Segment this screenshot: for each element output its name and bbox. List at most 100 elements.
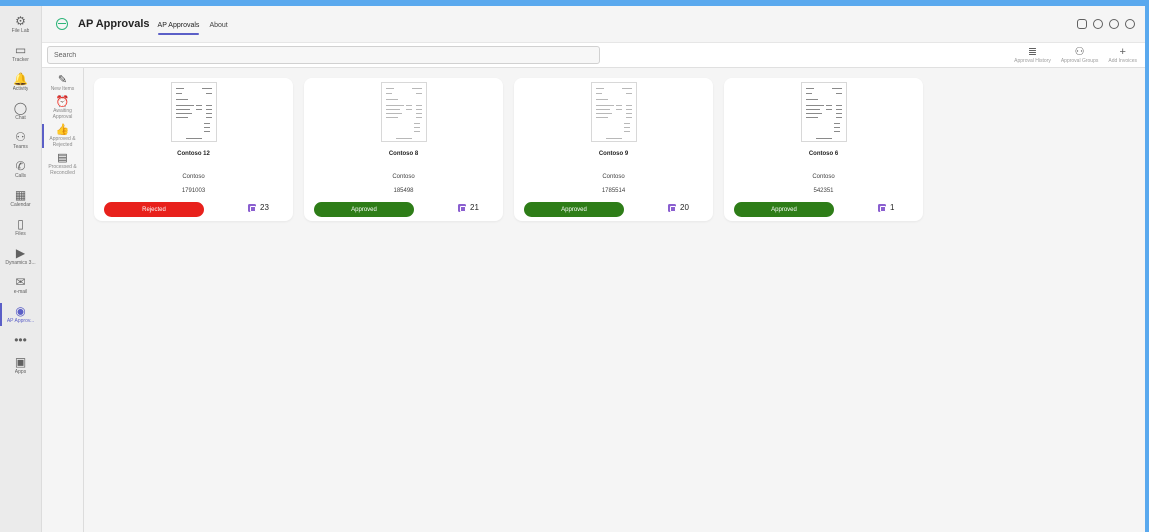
comment-icon <box>878 203 886 212</box>
approval-history-button[interactable]: ≣ Approval History <box>1014 46 1051 64</box>
info-icon[interactable] <box>1109 19 1119 29</box>
comment-count: 1 <box>878 203 894 212</box>
nav-item-approved-rejected[interactable]: 👍 Approved & Rejected <box>41 122 84 150</box>
document-icon: ▤ <box>57 152 68 164</box>
rail-item-files[interactable]: ▯ Files <box>0 213 42 242</box>
vendor-name: Contoso <box>182 174 205 180</box>
invoice-name: Contoso 6 <box>808 151 839 157</box>
rail-item-more[interactable]: ••• <box>0 329 42 351</box>
invoice-number: 185498 <box>393 188 414 194</box>
status-badge: Approved <box>524 202 624 217</box>
list-icon: ≣ <box>1027 46 1038 58</box>
invoice-cards: Contoso 12 Contoso 1791003 Rejected 23 Contos… <box>84 68 1145 532</box>
header-actions <box>1077 19 1145 29</box>
rail-item-calls[interactable]: ✆ Calls <box>0 155 42 184</box>
approval-groups-button[interactable]: ⚇ Approval Groups <box>1061 46 1099 64</box>
rail-item-calendar[interactable]: ▦ Calendar <box>0 184 42 213</box>
app-rail: ⚙ File Lab ▭ Tracker 🔔 Activity ◯ Chat ⚇ Teams ✆ Ca… <box>0 6 42 532</box>
rail-item-label: Calendar <box>10 201 31 208</box>
comment-icon <box>248 203 256 212</box>
invoice-card[interactable]: Contoso 12 Contoso 1791003 Rejected 23 <box>94 78 293 221</box>
tracker-icon: ▭ <box>14 42 27 57</box>
ap-approvals-app: AP Approvals AP Approvals About ≣Approva… <box>41 6 1145 532</box>
nav-item-processed-reconciled[interactable]: ▤ Processed & Reconciled <box>42 150 84 178</box>
invoice-card[interactable]: Contoso 6 Contoso 542351 Approved 1 <box>724 78 923 221</box>
rail-item-label: Teams <box>13 143 28 150</box>
app-body: ✎ New Items ⏰ Awaiting Approval 👍 Approved & … <box>41 68 1145 532</box>
comment-icon <box>668 203 676 212</box>
thumbs-up-icon: 👍 <box>55 124 70 136</box>
rail-item-label: Dynamics 3... <box>5 259 36 266</box>
invoice-thumbnail <box>591 82 637 142</box>
invoice-thumbnail <box>171 82 217 142</box>
nav-item-awaiting-approval[interactable]: ⏰ Awaiting Approval <box>42 94 84 122</box>
invoice-name: Contoso 9 <box>598 151 629 157</box>
comment-count-value: 23 <box>260 203 269 212</box>
rail-item-ap-approv[interactable]: ◉ AP Approv... <box>0 300 42 329</box>
rail-item-label: Activity <box>12 85 29 92</box>
apps-icon: ▣ <box>14 354 27 369</box>
rail-item-apps[interactable]: ▣ Apps <box>0 351 42 380</box>
vendor-name: Contoso <box>812 174 835 180</box>
rail-item-tracker[interactable]: ▭ Tracker <box>0 39 42 68</box>
status-nav: ✎ New Items ⏰ Awaiting Approval 👍 Approved & … <box>41 68 84 532</box>
rail-item-chat[interactable]: ◯ Chat <box>0 97 42 126</box>
rail-item-label: File Lab <box>11 27 30 34</box>
invoice-number: 1791003 <box>181 188 206 194</box>
invoice-thumbnail <box>801 82 847 142</box>
comment-count-value: 21 <box>470 203 479 212</box>
tab-ap-approvals[interactable]: AP Approvals <box>157 14 199 35</box>
comment-icon <box>458 203 466 212</box>
rail-item-label: Chat <box>15 114 26 121</box>
command-bar: ≣Approval History ⚇Approval Groups +Add In… <box>42 42 1145 68</box>
app-title: AP Approvals <box>78 18 150 30</box>
add-invoices-button[interactable]: + Add Invoices <box>1108 46 1137 64</box>
rail-item-label: Apps <box>14 368 27 375</box>
comment-count: 21 <box>458 203 479 212</box>
rail-item-e-mail[interactable]: ✉ e-mail <box>0 271 42 300</box>
teams-window: ⚙ File Lab ▭ Tracker 🔔 Activity ◯ Chat ⚇ Teams ✆ Ca… <box>0 6 1145 532</box>
invoice-card[interactable]: Contoso 8 Contoso 185498 Approved 21 <box>304 78 503 221</box>
refresh-icon[interactable] <box>1093 19 1103 29</box>
nav-item-new-items[interactable]: ✎ New Items <box>42 72 84 94</box>
comment-count-value: 1 <box>890 203 895 212</box>
popout-icon[interactable] <box>1077 19 1087 29</box>
rail-item-activity[interactable]: 🔔 Activity <box>0 68 42 97</box>
command-label: Approval History <box>1014 58 1051 64</box>
rail-item-label: Tracker <box>12 56 29 63</box>
status-badge: Rejected <box>104 202 204 217</box>
command-buttons: ≣ Approval History ⚇ Approval Groups + Add In… <box>1014 46 1145 64</box>
calendar-icon: ▦ <box>14 187 27 202</box>
globe-icon[interactable] <box>1125 19 1135 29</box>
comment-count: 20 <box>668 203 689 212</box>
invoice-name: Contoso 8 <box>388 151 419 157</box>
nav-item-label: Approved & Rejected <box>49 136 76 148</box>
new-items-icon: ✎ <box>57 74 68 86</box>
more-icon: ••• <box>14 332 27 347</box>
rail-item-label: e-mail <box>13 288 28 295</box>
alarm-icon: ⏰ <box>55 96 70 108</box>
plus-icon: + <box>1119 46 1126 58</box>
rail-item-label: Calls <box>14 172 27 179</box>
rail-item-teams[interactable]: ⚇ Teams <box>0 126 42 155</box>
invoice-thumbnail <box>381 82 427 142</box>
command-label: Approval Groups <box>1060 58 1099 64</box>
rail-item-dynamics-3[interactable]: ▶ Dynamics 3... <box>0 242 42 271</box>
rail-item-label: Files <box>15 230 26 237</box>
nav-item-label: Processed & Reconciled <box>48 164 77 176</box>
email-icon: ✉ <box>15 274 26 289</box>
invoice-card[interactable]: Contoso 9 Contoso 1785514 Approved 20 <box>514 78 713 221</box>
phone-icon: ✆ <box>15 158 26 173</box>
search-input[interactable] <box>47 46 600 64</box>
rail-item-file-lab[interactable]: ⚙ File Lab <box>0 10 42 39</box>
command-label: Add Invoices <box>1108 58 1137 64</box>
ap-approvals-logo-icon <box>56 18 68 30</box>
nav-item-label: Awaiting Approval <box>52 108 73 120</box>
status-badge: Approved <box>314 202 414 217</box>
comment-count-value: 20 <box>680 203 689 212</box>
vendor-name: Contoso <box>602 174 625 180</box>
tab-about[interactable]: About <box>209 14 227 35</box>
invoice-number: 1785514 <box>601 188 626 194</box>
nav-item-label: New Items <box>50 86 75 92</box>
rail-item-label: AP Approv... <box>6 317 35 324</box>
